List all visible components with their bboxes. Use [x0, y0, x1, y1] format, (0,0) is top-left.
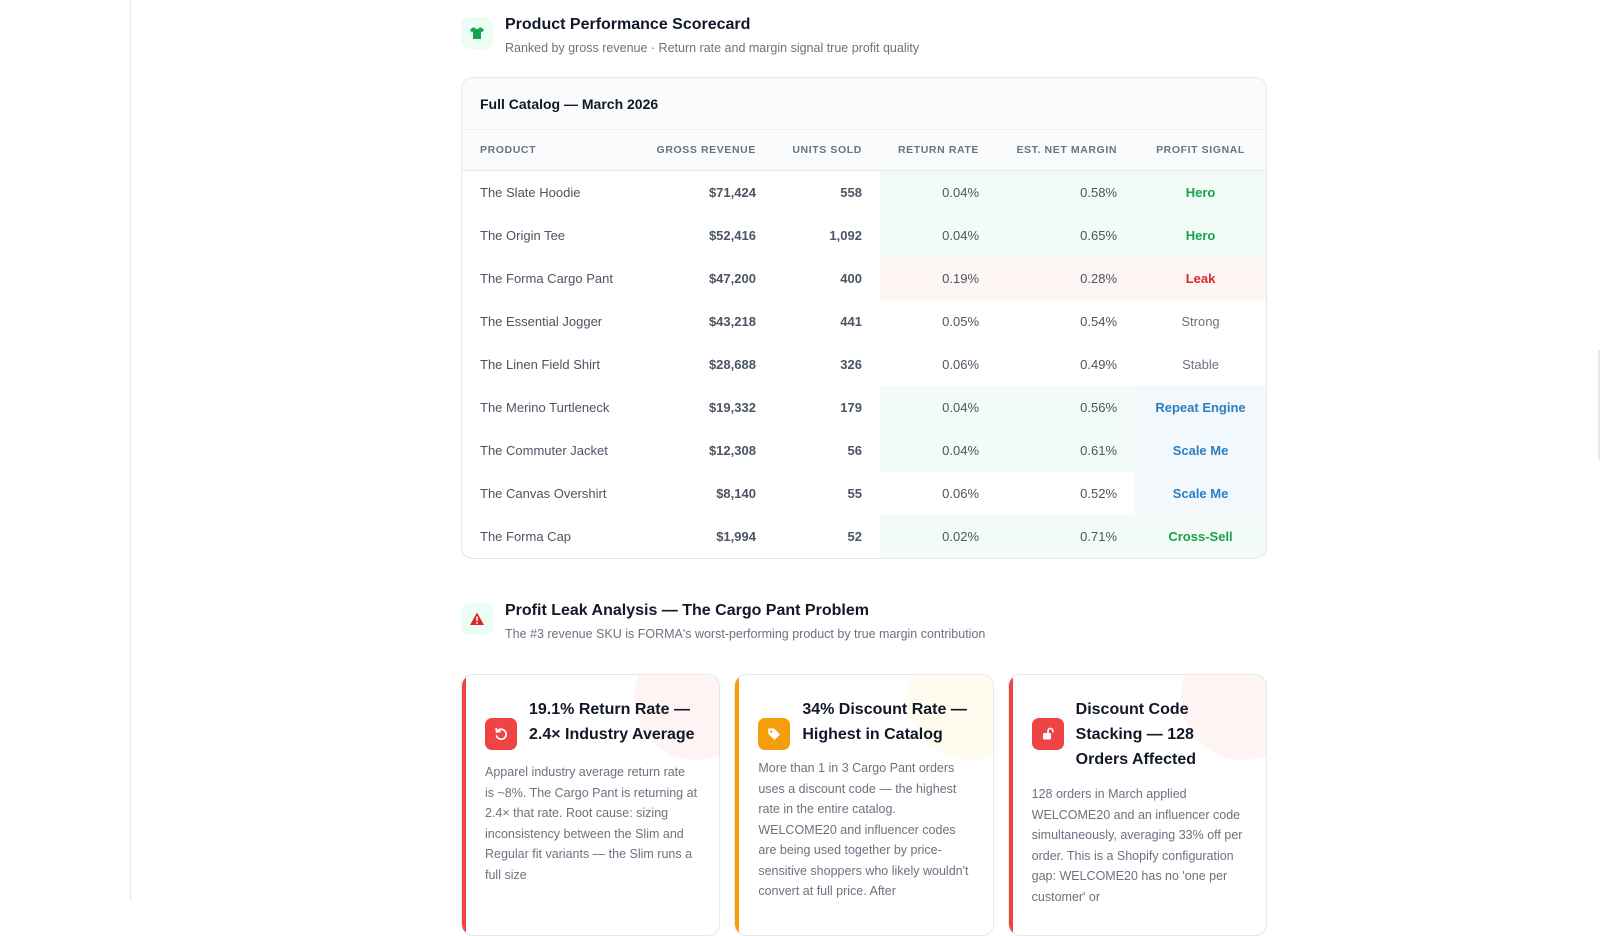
- scorecard-title: Product Performance Scorecard: [505, 16, 751, 33]
- col-header-net-margin[interactable]: EST. NET MARGIN: [997, 130, 1136, 171]
- units-sold: 55: [847, 486, 862, 501]
- table-row[interactable]: The Slate Hoodie $71,424 558 0.04% 0.58%…: [462, 170, 1266, 214]
- table-row[interactable]: The Linen Field Shirt $28,688 326 0.06% …: [462, 343, 1266, 386]
- product-name: The Essential Jogger: [480, 314, 603, 329]
- return-rate: 0.05%: [942, 314, 980, 329]
- return-rate: 0.04%: [879, 386, 998, 429]
- units-sold: 441: [840, 314, 862, 329]
- table-row[interactable]: The Essential Jogger $43,218 441 0.05% 0…: [462, 300, 1266, 343]
- product-name: The Commuter Jacket: [480, 443, 608, 458]
- return-rate-card-title: 19.1% Return Rate — 2.4× Industry Averag…: [529, 701, 695, 743]
- leak-title: Profit Leak Analysis — The Cargo Pant Pr…: [505, 602, 869, 619]
- table-row[interactable]: The Forma Cargo Pant $47,200 400 0.19% 0…: [462, 257, 1266, 300]
- profit-signal: Strong: [1181, 314, 1220, 329]
- product-name: The Forma Cap: [480, 529, 572, 544]
- col-header-gross-revenue[interactable]: GROSS REVENUE: [630, 130, 774, 171]
- return-rate: 0.19%: [879, 257, 998, 300]
- product-name: The Origin Tee: [480, 228, 566, 243]
- units-sold: 558: [840, 185, 862, 200]
- scorecard-subtitle: Ranked by gross revenue · Return rate an…: [505, 41, 920, 55]
- col-header-units-sold[interactable]: UNITS SOLD: [773, 130, 880, 171]
- profit-signal: Leak: [1135, 257, 1266, 300]
- product-name: The Merino Turtleneck: [480, 400, 610, 415]
- code-stacking-card[interactable]: Discount Code Stacking — 128 Orders Affe…: [1007, 674, 1267, 936]
- table-row[interactable]: The Origin Tee $52,416 1,092 0.04% 0.65%…: [462, 214, 1266, 257]
- catalog-card: Full Catalog — March 2026 PRODUCT GROSS …: [461, 77, 1267, 559]
- net-margin: 0.61%: [997, 429, 1136, 472]
- warning-icon: [461, 603, 493, 635]
- product-name: The Forma Cargo Pant: [480, 271, 613, 286]
- profit-signal: Scale Me: [1135, 429, 1266, 472]
- table-row[interactable]: The Merino Turtleneck $19,332 179 0.04% …: [462, 386, 1266, 429]
- table-row[interactable]: The Commuter Jacket $12,308 56 0.04% 0.6…: [462, 429, 1266, 472]
- net-margin: 0.52%: [1080, 486, 1118, 501]
- units-sold: 326: [840, 357, 862, 372]
- return-arrow-icon: [485, 718, 517, 750]
- sidebar-rail: [0, 0, 131, 900]
- profit-signal: Hero: [1135, 214, 1266, 257]
- leak-header: Profit Leak Analysis — The Cargo Pant Pr…: [461, 601, 1267, 642]
- discount-rate-card-body: More than 1 in 3 Cargo Pant orders uses …: [758, 761, 969, 898]
- net-margin: 0.58%: [997, 170, 1136, 214]
- discount-rate-card[interactable]: 34% Discount Rate — Highest in Catalog M…: [734, 674, 994, 936]
- return-rate: 0.06%: [942, 357, 980, 372]
- net-margin: 0.56%: [997, 386, 1136, 429]
- profit-signal: Scale Me: [1135, 472, 1266, 515]
- gross-revenue: $12,308: [708, 443, 756, 458]
- leak-cards: 19.1% Return Rate — 2.4× Industry Averag…: [461, 674, 1267, 936]
- leak-subtitle: The #3 revenue SKU is FORMA's worst-perf…: [505, 627, 986, 641]
- net-margin: 0.65%: [997, 214, 1136, 257]
- return-rate-card-body: Apparel industry average return rate is …: [485, 765, 698, 882]
- gross-revenue: $47,200: [708, 271, 756, 286]
- profit-signal: Repeat Engine: [1135, 386, 1266, 429]
- profit-signal: Stable: [1182, 357, 1219, 372]
- net-margin: 0.28%: [997, 257, 1136, 300]
- scorecard-header: Product Performance Scorecard Ranked by …: [461, 15, 1267, 56]
- return-rate: 0.02%: [879, 515, 998, 558]
- gross-revenue: $8,140: [716, 486, 756, 501]
- return-rate: 0.04%: [879, 429, 998, 472]
- net-margin: 0.71%: [997, 515, 1136, 558]
- unlock-icon: [1031, 718, 1064, 750]
- scorecard-table: PRODUCT GROSS REVENUE UNITS SOLD RETURN …: [462, 130, 1266, 558]
- product-name: The Canvas Overshirt: [480, 486, 607, 501]
- return-rate: 0.04%: [879, 214, 998, 257]
- net-margin: 0.49%: [1080, 357, 1118, 372]
- product-name: The Slate Hoodie: [480, 185, 581, 200]
- units-sold: 179: [840, 400, 862, 415]
- discount-rate-card-title: 34% Discount Rate — Highest in Catalog: [802, 701, 967, 743]
- return-rate-card[interactable]: 19.1% Return Rate — 2.4× Industry Averag…: [461, 674, 721, 936]
- col-header-product[interactable]: PRODUCT: [462, 130, 631, 171]
- return-rate: 0.06%: [942, 486, 980, 501]
- gross-revenue: $71,424: [708, 185, 756, 200]
- profit-signal: Cross-Sell: [1135, 515, 1266, 558]
- gross-revenue: $1,994: [716, 529, 756, 544]
- units-sold: 1,092: [829, 228, 862, 243]
- tag-icon: [758, 718, 791, 750]
- return-rate: 0.04%: [879, 170, 998, 214]
- units-sold: 56: [847, 443, 862, 458]
- net-margin: 0.54%: [1080, 314, 1118, 329]
- units-sold: 400: [840, 271, 862, 286]
- gross-revenue: $28,688: [708, 357, 756, 372]
- gross-revenue: $52,416: [708, 228, 756, 243]
- main-content: Product Performance Scorecard Ranked by …: [461, 0, 1267, 936]
- col-header-return-rate[interactable]: RETURN RATE: [879, 130, 998, 171]
- table-row[interactable]: The Forma Cap $1,994 52 0.02% 0.71% Cros…: [462, 515, 1266, 558]
- profit-signal: Hero: [1135, 170, 1266, 214]
- product-name: The Linen Field Shirt: [480, 357, 600, 372]
- gross-revenue: $19,332: [708, 400, 756, 415]
- col-header-profit-signal[interactable]: PROFIT SIGNAL: [1135, 130, 1266, 171]
- code-stacking-card-title: Discount Code Stacking — 128 Orders Affe…: [1075, 701, 1196, 768]
- units-sold: 52: [847, 529, 862, 544]
- code-stacking-card-body: 128 orders in March applied WELCOME20 an…: [1031, 787, 1243, 904]
- gross-revenue: $43,218: [708, 314, 756, 329]
- shirt-icon: [461, 17, 493, 49]
- catalog-card-title: Full Catalog — March 2026: [462, 78, 1266, 130]
- table-row[interactable]: The Canvas Overshirt $8,140 55 0.06% 0.5…: [462, 472, 1266, 515]
